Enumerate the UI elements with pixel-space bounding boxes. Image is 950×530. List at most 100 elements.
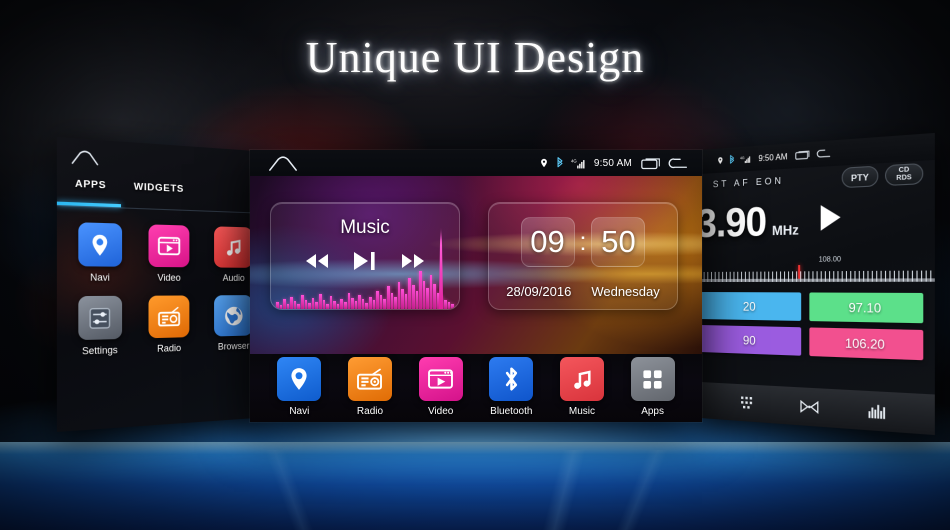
background-burst-ray <box>0 430 950 530</box>
spectrum-bar <box>340 299 343 309</box>
radio-frequency-display: 3.90 MHz <box>700 198 799 247</box>
right-screen-surface: 4G 9:50 AM ST AF EON PTY CD RDS 3.90 MHz… <box>700 132 935 436</box>
spectrum-bar <box>347 293 351 309</box>
clock-separator: : <box>579 227 587 256</box>
spectrum-bar <box>451 304 454 309</box>
frequency-unit: MHz <box>772 221 799 239</box>
spectrum-bar <box>422 281 426 309</box>
spectrum-bar <box>404 294 408 309</box>
rds-flags: ST AF EON <box>712 175 784 190</box>
dock-label: Music <box>568 406 596 417</box>
signal-4g-icon: 4G <box>740 154 751 164</box>
preset-button[interactable]: 90 <box>700 325 802 356</box>
spectrum-bar <box>358 295 361 309</box>
app-label: Browser <box>217 340 250 352</box>
clock-widget[interactable]: 09 : 50 28/09/2016 Wednesday <box>488 202 678 310</box>
spectrum-bar <box>411 285 415 309</box>
app-label: Navi <box>90 271 110 283</box>
tuner-scale[interactable]: 108.00 <box>700 255 935 284</box>
dock-item-bluetooth[interactable]: Bluetooth <box>489 357 534 417</box>
status-clock: 9:50 AM <box>758 151 788 163</box>
pty-button[interactable]: PTY <box>841 165 879 189</box>
radio-presets: 20 97.10 90 106.20 <box>700 292 935 361</box>
spectrum-bar <box>301 295 304 309</box>
spectrum-bar <box>322 300 326 309</box>
home-icon[interactable] <box>268 156 298 171</box>
frequency-value: 3.90 <box>700 199 767 247</box>
clock-time: 09 : 50 <box>489 217 677 267</box>
location-pin-icon <box>277 357 322 401</box>
spectrum-bar <box>386 286 390 309</box>
spectrum-bar <box>397 282 401 309</box>
scale-max-label: 108.00 <box>818 256 842 264</box>
spectrum-bar <box>426 288 429 309</box>
center-screen-surface: 4G 9:50 AM Music 09: 50 28/09/2016 Wedn… <box>250 150 702 422</box>
spectrum-bar <box>376 291 379 309</box>
right-bottom-bar <box>700 382 935 436</box>
preset-button[interactable]: 97.10 <box>809 292 924 324</box>
spectrum-bar <box>369 297 372 309</box>
music-widget[interactable]: Music <box>270 202 460 310</box>
right-screen-radio: 4G 9:50 AM ST AF EON PTY CD RDS 3.90 MHz… <box>700 132 935 436</box>
location-pin-icon <box>77 222 122 267</box>
dock-label: Radio <box>356 406 384 417</box>
svg-text:4G: 4G <box>740 155 745 160</box>
spectrum-bar <box>444 300 447 309</box>
preset-button[interactable]: 20 <box>700 292 802 321</box>
spectrum-bar <box>329 296 333 309</box>
music-note-icon <box>559 357 604 401</box>
app-item-video[interactable]: Video <box>135 224 202 283</box>
app-item-settings[interactable]: Settings <box>64 295 135 357</box>
center-status-bar: 4G 9:50 AM <box>250 150 702 176</box>
left-tabs: APPS WIDGETS <box>56 177 270 214</box>
app-label: Video <box>157 272 181 283</box>
tab-apps[interactable]: APPS <box>75 178 106 192</box>
spectrum-bar <box>354 301 358 309</box>
back-arrow-icon[interactable] <box>668 157 688 170</box>
dock-item-radio[interactable]: Radio <box>347 357 392 417</box>
spectrum-bar <box>351 298 354 309</box>
dock-item-navi[interactable]: Navi <box>277 357 322 417</box>
spectrum-bar <box>429 275 433 309</box>
home-icon[interactable] <box>70 149 99 166</box>
clock-date: 28/09/2016 <box>506 284 572 299</box>
spectrum-bar <box>336 304 340 309</box>
left-app-grid: Navi Video Audio Settings Radio Browser <box>57 213 270 358</box>
play-icon[interactable] <box>820 204 841 231</box>
screenshot-stage: Unique UI Design APPS WIDGETS Navi Video… <box>0 0 950 530</box>
spectrum-bar <box>333 301 336 309</box>
spectrum-bar <box>308 303 311 309</box>
keypad-icon[interactable] <box>740 395 753 410</box>
app-item-radio[interactable]: Radio <box>135 295 202 354</box>
video-player-icon <box>418 357 463 401</box>
clock-hours: 09 <box>520 217 575 267</box>
music-note-icon <box>214 226 253 268</box>
dock-item-apps[interactable]: Apps <box>630 357 675 417</box>
equalizer-icon[interactable] <box>868 403 886 419</box>
signal-4g-icon: 4G <box>571 158 585 169</box>
back-arrow-icon[interactable] <box>816 148 832 160</box>
cd-rds-button[interactable]: CD RDS <box>884 162 924 187</box>
status-clock: 9:50 AM <box>593 157 632 169</box>
spectrum-bar <box>390 293 394 309</box>
left-screen-app-drawer: APPS WIDGETS Navi Video Audio Settings R… <box>56 137 270 432</box>
recents-icon[interactable] <box>795 149 810 161</box>
globe-icon <box>214 295 253 337</box>
audio-spectrum <box>271 267 459 309</box>
left-tab-divider <box>56 204 270 214</box>
spectrum-bar <box>318 294 322 309</box>
spectrum-bar <box>293 301 297 309</box>
dock-item-video[interactable]: Video <box>418 357 463 417</box>
recents-icon[interactable] <box>641 157 661 170</box>
background-burst-body <box>0 442 950 530</box>
spectrum-bar <box>372 300 376 309</box>
spectrum-bar <box>383 299 386 309</box>
app-item-navi[interactable]: Navi <box>64 222 135 283</box>
spectrum-bar <box>401 289 404 309</box>
tab-widgets[interactable]: WIDGETS <box>134 181 184 195</box>
preset-button[interactable]: 106.20 <box>809 327 924 361</box>
dock-label: Navi <box>289 406 310 417</box>
dock-item-music[interactable]: Music <box>559 357 604 417</box>
balance-fader-icon[interactable] <box>800 400 818 414</box>
spectrum-bar <box>279 305 283 309</box>
